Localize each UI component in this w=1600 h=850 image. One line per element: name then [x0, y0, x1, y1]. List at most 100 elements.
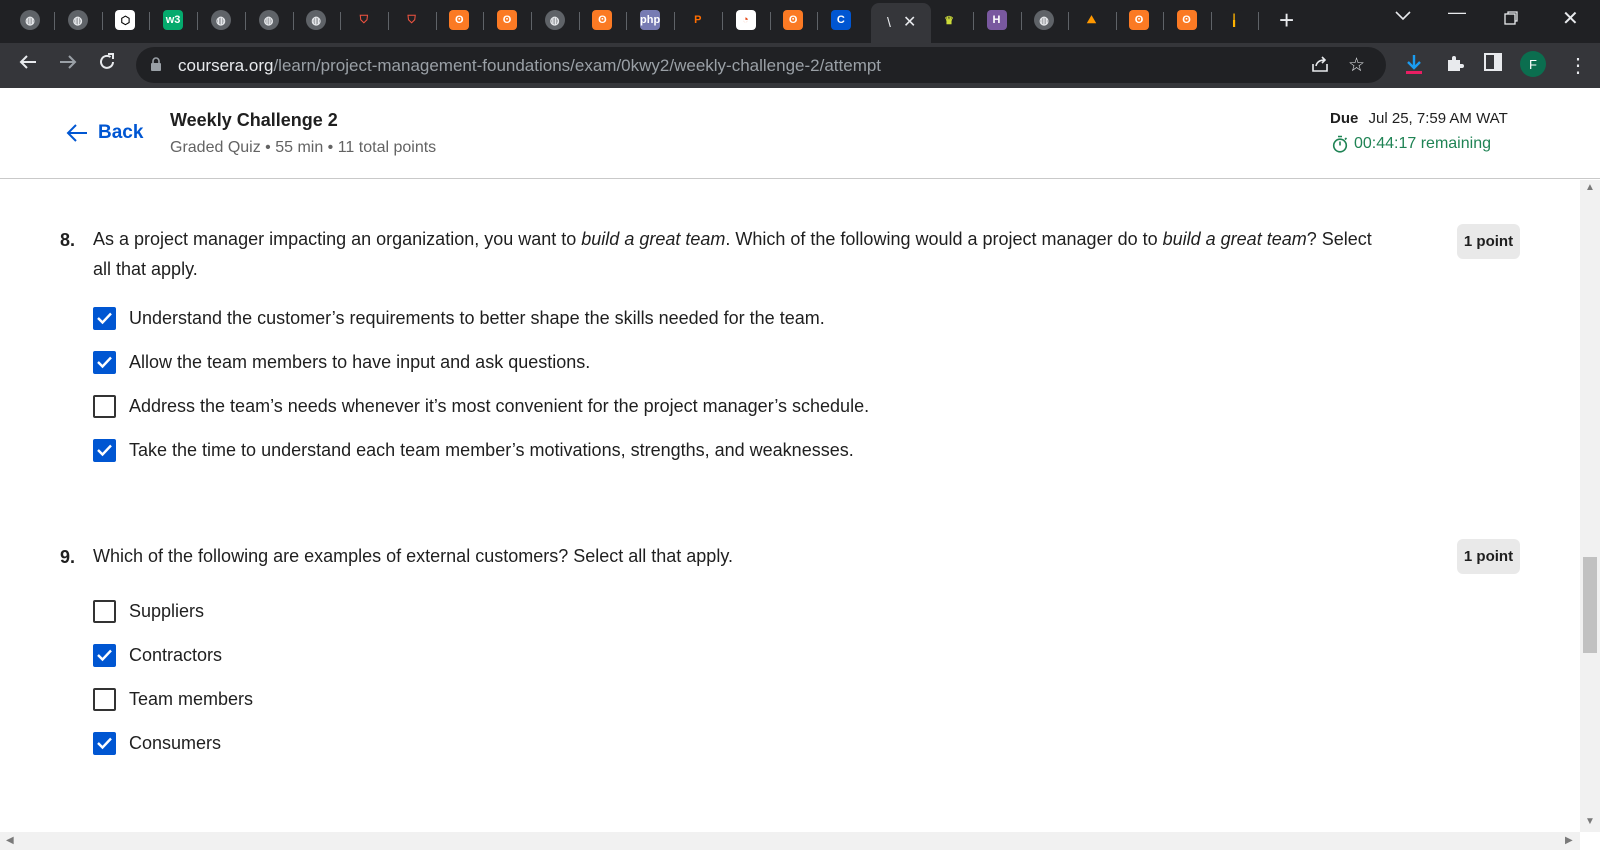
download-icon[interactable]	[1404, 53, 1424, 80]
question-text-emphasis: build a great team	[581, 229, 726, 249]
tab-separator	[197, 12, 199, 30]
xampp-icon[interactable]: ʘ	[592, 10, 613, 30]
tab-separator	[817, 12, 819, 30]
xampp-icon[interactable]: ʘ	[1176, 10, 1197, 30]
extensions-puzzle-icon[interactable]	[1445, 53, 1465, 78]
minimize-window-icon[interactable]: —	[1448, 2, 1466, 23]
checkbox-checked[interactable]	[93, 306, 116, 330]
side-panel-icon[interactable]	[1484, 53, 1502, 76]
quiz-meta: Graded Quiz • 55 min • 11 total points	[170, 139, 437, 156]
globe-icon[interactable]: ◍	[544, 10, 565, 30]
coursera-icon[interactable]: C	[830, 10, 851, 30]
option-label: Take the time to understand each team me…	[129, 439, 854, 460]
profile-avatar[interactable]: F	[1520, 51, 1546, 77]
close-tab-icon[interactable]: ✕	[903, 12, 916, 32]
checkbox-checked[interactable]	[93, 643, 116, 667]
tab-separator	[1210, 12, 1212, 30]
checkbox-checked[interactable]	[93, 350, 116, 374]
checkbox-unchecked[interactable]	[93, 599, 116, 623]
forward-arrow-icon[interactable]	[58, 52, 78, 78]
chart-icon[interactable]: ◔	[735, 10, 756, 30]
tab-separator	[483, 12, 485, 30]
laravel-icon[interactable]: ⛉	[401, 10, 422, 30]
globe-icon[interactable]: ◍	[1034, 10, 1054, 30]
option-label: Allow the team members to have input and…	[129, 351, 591, 372]
due-value: Jul 25, 7:59 AM WAT	[1368, 110, 1508, 127]
checkbox-unchecked[interactable]	[93, 394, 116, 418]
option-label: Understand the customer’s requirements t…	[129, 307, 825, 328]
checkbox-checked[interactable]	[93, 731, 116, 755]
address-bar[interactable]: coursera.org/learn/project-management-fo…	[136, 47, 1386, 83]
answer-option[interactable]: Consumers	[93, 730, 221, 756]
mountain-icon[interactable]: ⛰	[1081, 10, 1102, 30]
answer-option[interactable]: Team members	[93, 686, 253, 712]
back-label: Back	[98, 122, 144, 143]
w3schools-icon[interactable]: w3	[163, 10, 184, 30]
scroll-left-arrow-icon[interactable]: ◀	[6, 835, 14, 846]
answer-option[interactable]: Allow the team members to have input and…	[93, 349, 590, 375]
php-icon[interactable]: php	[640, 10, 660, 30]
codepen-icon[interactable]: ⬡	[115, 10, 136, 30]
xampp-icon[interactable]: ʘ	[1129, 10, 1149, 30]
globe-icon[interactable]: ◍	[306, 10, 327, 30]
active-tab[interactable]: \ ✕	[871, 3, 931, 43]
checkmark-icon	[97, 444, 112, 457]
heroku-icon[interactable]: H	[986, 10, 1007, 30]
tab-separator	[973, 12, 974, 30]
globe-icon[interactable]: ◍	[258, 10, 279, 30]
close-window-icon[interactable]: ✕	[1562, 6, 1579, 31]
back-button[interactable]: Back	[66, 122, 143, 144]
tab-separator	[1163, 12, 1164, 30]
xampp-icon[interactable]: ʘ	[497, 10, 517, 30]
horizontal-scrollbar[interactable]: ◀ ▶	[0, 832, 1580, 850]
url-host: coursera.org	[178, 56, 274, 75]
scroll-right-arrow-icon[interactable]: ▶	[1565, 835, 1573, 846]
checkmark-icon	[97, 356, 112, 369]
vertical-scrollbar[interactable]: ▲ ▼	[1580, 180, 1600, 832]
question-number: 8.	[60, 230, 76, 250]
due-label: Due	[1330, 110, 1359, 127]
option-label: Consumers	[129, 732, 222, 753]
browser-toolbar: coursera.org/learn/project-management-fo…	[0, 43, 1600, 88]
tab-separator	[292, 12, 294, 30]
bar-icon[interactable]: ╽	[1224, 10, 1244, 30]
more-menu-icon[interactable]: ⋮	[1568, 53, 1588, 78]
quiz-content: 8. As a project manager impacting an org…	[0, 180, 1580, 832]
checkmark-icon	[97, 737, 112, 750]
tab-search-chevron-icon[interactable]	[1395, 8, 1411, 24]
globe-icon[interactable]: ◍	[67, 10, 88, 30]
quiz-header: Back Weekly Challenge 2 Graded Quiz • 55…	[0, 88, 1600, 179]
cap-icon[interactable]: ♛	[939, 10, 959, 30]
xampp-icon[interactable]: ʘ	[449, 10, 470, 30]
answer-option[interactable]: Contractors	[93, 642, 222, 668]
answer-option[interactable]: Understand the customer’s requirements t…	[93, 305, 825, 331]
tab-separator	[149, 12, 151, 30]
new-tab-button[interactable]: +	[1279, 6, 1294, 34]
scroll-down-arrow-icon[interactable]: ▼	[1585, 816, 1595, 827]
checkbox-unchecked[interactable]	[93, 687, 116, 711]
share-icon[interactable]	[1310, 54, 1330, 79]
tab-separator	[387, 12, 389, 30]
url-text: coursera.org/learn/project-management-fo…	[178, 56, 881, 76]
globe-icon[interactable]: ◍	[210, 10, 231, 30]
answer-option[interactable]: Take the time to understand each team me…	[93, 437, 854, 463]
answer-option[interactable]: Address the team’s needs whenever it’s m…	[93, 393, 869, 419]
laravel-icon[interactable]: ⛉	[353, 10, 374, 30]
tab-separator	[531, 12, 532, 30]
url-path: /learn/project-management-foundations/ex…	[273, 56, 882, 75]
active-tab-title: \	[887, 14, 891, 30]
back-arrow-icon[interactable]	[18, 52, 38, 78]
scroll-up-arrow-icon[interactable]: ▲	[1585, 182, 1595, 193]
restore-window-icon[interactable]	[1504, 9, 1518, 30]
xampp-icon[interactable]: ʘ	[783, 10, 804, 30]
globe-icon[interactable]: ◍	[20, 10, 40, 30]
reload-icon[interactable]	[97, 52, 117, 78]
bookmark-star-icon[interactable]: ☆	[1348, 54, 1365, 77]
checkbox-checked[interactable]	[93, 438, 116, 462]
p-icon[interactable]: P	[687, 10, 708, 30]
option-label: Team members	[129, 688, 254, 709]
tab-separator	[1068, 12, 1069, 30]
scrollbar-thumb[interactable]	[1583, 557, 1597, 653]
option-label: Contractors	[129, 644, 223, 665]
answer-option[interactable]: Suppliers	[93, 598, 204, 624]
